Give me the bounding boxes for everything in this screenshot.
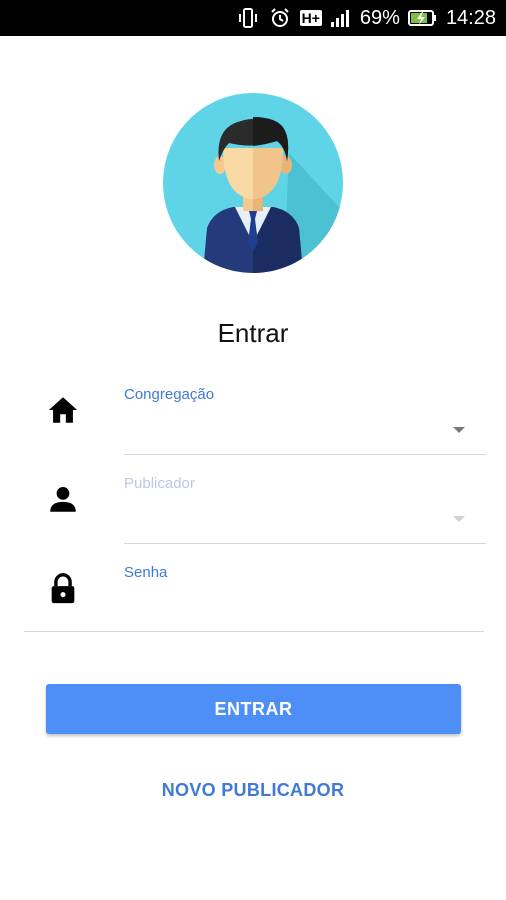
status-bar: H+ 69% 14:28 (0, 0, 506, 36)
home-icon (46, 393, 80, 427)
clock: 14:28 (445, 6, 496, 29)
senha-input[interactable] (124, 584, 486, 630)
alarm-icon (268, 6, 292, 30)
battery-percent: 69% (359, 6, 400, 29)
publicador-underline (124, 543, 486, 544)
page-title: Entrar (217, 318, 289, 348)
signal-icon (330, 8, 352, 28)
person-icon (46, 482, 80, 516)
network-type-icon: H+ (299, 10, 322, 26)
congregacao-dropdown[interactable] (124, 405, 486, 455)
lock-icon (46, 572, 80, 606)
vibrate-icon (236, 6, 260, 30)
publicador-dropdown[interactable] (124, 494, 486, 544)
publicador-label: Publicador (124, 475, 195, 492)
chevron-down-icon (453, 516, 465, 522)
chevron-down-icon (453, 427, 465, 433)
battery-charging-icon (407, 8, 438, 28)
entrar-button[interactable]: ENTRAR (46, 684, 461, 734)
user-avatar-icon (163, 93, 343, 273)
senha-underline (24, 631, 484, 632)
congregacao-label: Congregação (124, 386, 215, 403)
congregacao-underline (124, 454, 486, 455)
senha-label: Senha (124, 564, 168, 581)
novo-publicador-button[interactable]: NOVO PUBLICADOR (0, 780, 506, 801)
